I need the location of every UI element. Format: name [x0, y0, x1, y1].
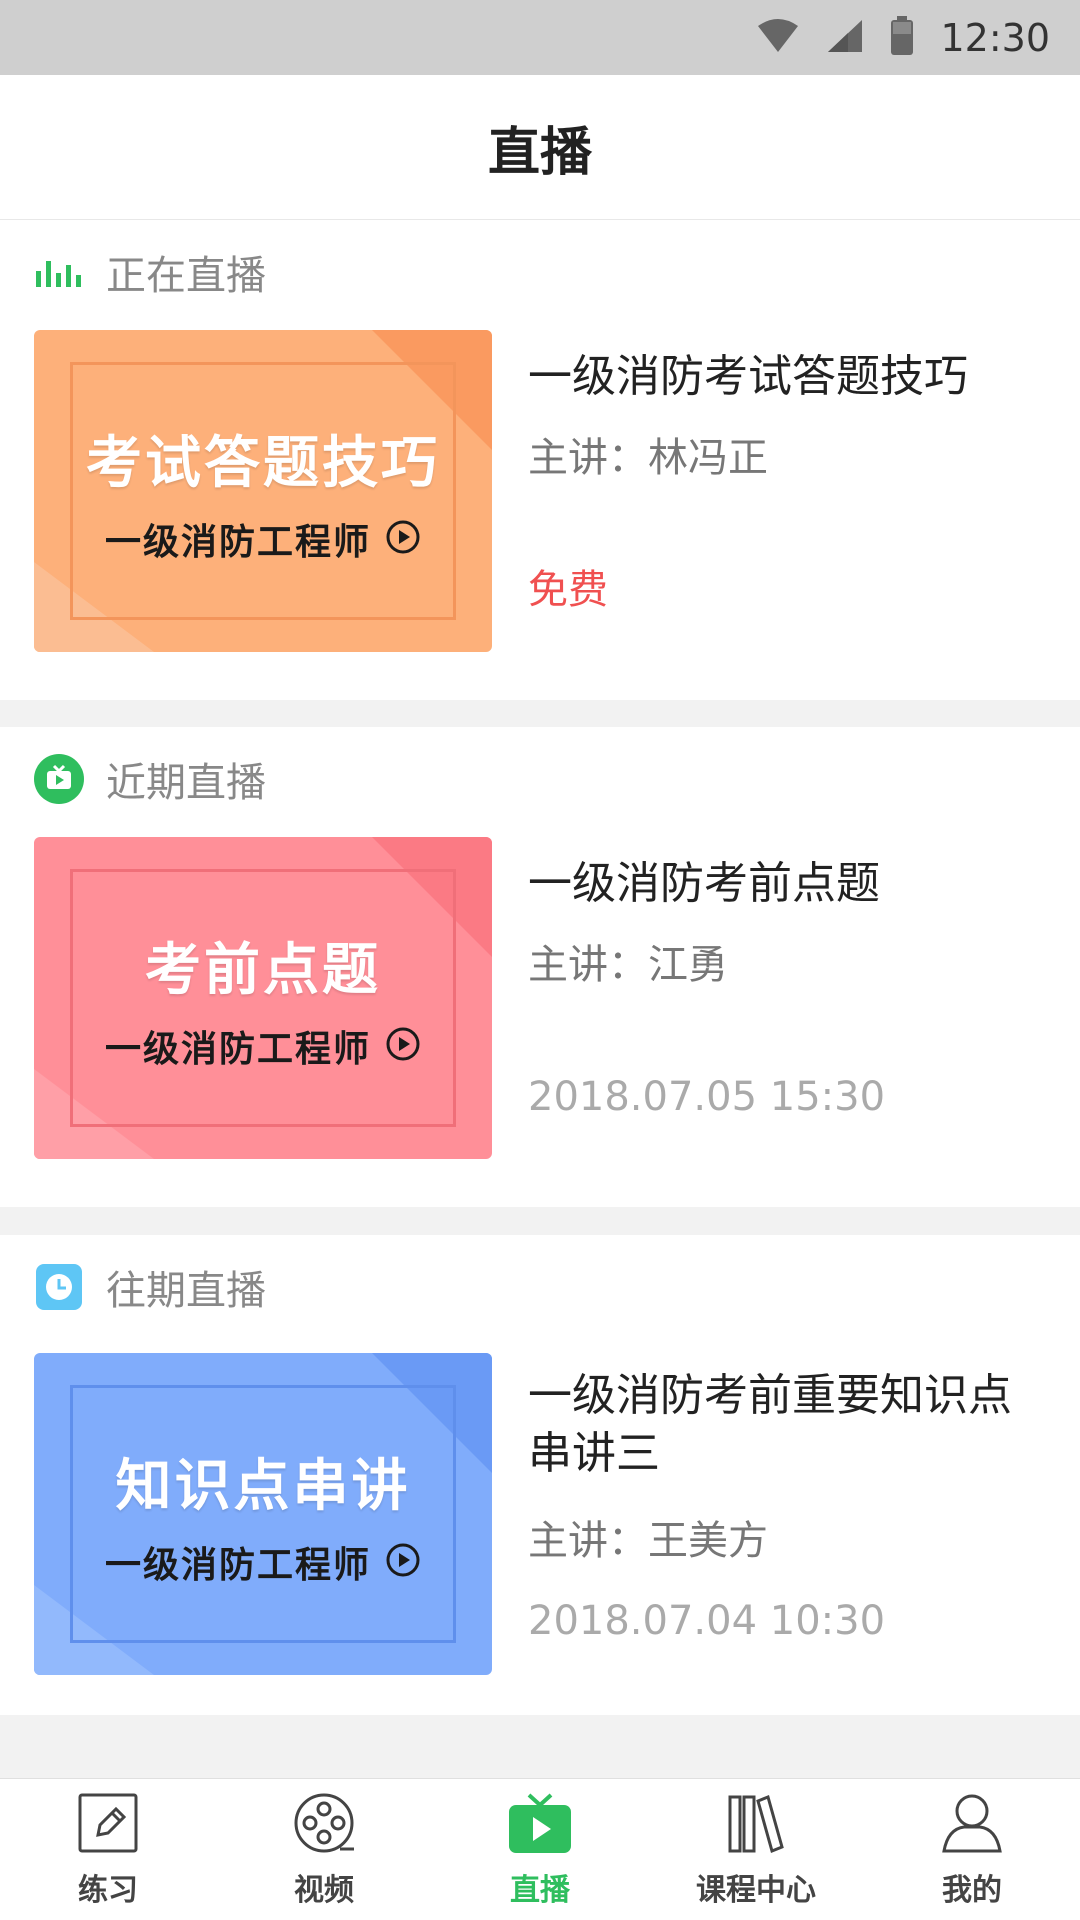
- thumbnail-subtitle: 一级消防工程师: [104, 521, 371, 563]
- bottom-nav: 练习 视频 直播 课程中心 我的: [0, 1778, 1080, 1920]
- nav-item-practice[interactable]: 练习: [0, 1779, 216, 1920]
- status-bar: 12:30: [0, 0, 1080, 75]
- section-label: 往期直播: [106, 1268, 266, 1314]
- course-title: 一级消防考前重要知识点串讲三: [528, 1370, 1012, 1479]
- thumbnail-title: 考前点题: [145, 937, 381, 1003]
- live-tv-icon: [507, 1791, 573, 1859]
- nav-label: 视频: [294, 1872, 354, 1908]
- thumbnail-title: 知识点串讲: [115, 1453, 411, 1519]
- nav-label: 练习: [78, 1872, 138, 1908]
- course-thumbnail[interactable]: 知识点串讲 一级消防工程师: [34, 1353, 492, 1675]
- nav-item-mine[interactable]: 我的: [864, 1779, 1080, 1920]
- play-circle-icon: [385, 1542, 421, 1582]
- books-icon: [724, 1791, 788, 1859]
- nav-label: 直播: [510, 1872, 570, 1908]
- nav-item-live[interactable]: 直播: [432, 1779, 648, 1920]
- play-circle-icon: [385, 519, 421, 559]
- section-label: 近期直播: [106, 760, 266, 806]
- user-icon: [940, 1791, 1004, 1859]
- pencil-icon: [76, 1791, 140, 1859]
- thumbnail-subtitle: 一级消防工程师: [104, 1028, 371, 1070]
- course-info: 一级消防考试答题技巧 主讲：林冯正 免费: [528, 330, 1048, 652]
- section-upcoming: 近期直播 考前点题 一级消防工程师 一级消防考前点题 主讲：江勇 2018.07…: [0, 727, 1080, 1207]
- course-lecturer: 主讲：林冯正: [528, 435, 768, 481]
- course-title: 一级消防考前点题: [528, 858, 880, 909]
- nav-item-video[interactable]: 视频: [216, 1779, 432, 1920]
- course-card[interactable]: 考试答题技巧 一级消防工程师 一级消防考试答题技巧 主讲：林冯正 免费: [0, 330, 1080, 652]
- nav-item-course-center[interactable]: 课程中心: [648, 1779, 864, 1920]
- play-circle-icon: [385, 1026, 421, 1066]
- course-lecturer: 主讲：王美方: [528, 1518, 768, 1564]
- live-bars-icon: [34, 247, 84, 297]
- page-title: 直播: [487, 122, 592, 183]
- course-info: 一级消防考前点题 主讲：江勇 2018.07.05 15:30: [528, 837, 1048, 1159]
- nav-label: 我的: [942, 1872, 1002, 1908]
- course-thumbnail[interactable]: 考前点题 一级消防工程师: [34, 837, 492, 1159]
- course-title: 一级消防考试答题技巧: [528, 351, 968, 402]
- wifi-icon: [756, 18, 800, 58]
- nav-label: 课程中心: [696, 1872, 816, 1908]
- thumbnail-title: 考试答题技巧: [86, 430, 440, 496]
- clock-icon: [34, 1262, 84, 1312]
- course-info: 一级消防考前重要知识点串讲三 主讲：王美方 2018.07.04 10:30: [528, 1353, 1048, 1675]
- battery-icon: [890, 15, 914, 60]
- section-label: 正在直播: [106, 253, 266, 299]
- section-live-now: 正在直播 考试答题技巧 一级消防工程师 一级消防考试答题技巧 主讲：林冯正 免费: [0, 220, 1080, 700]
- course-lecturer: 主讲：江勇: [528, 942, 728, 988]
- tv-icon: [34, 754, 84, 804]
- section-past: 往期直播 知识点串讲 一级消防工程师 一级消防考前重要知识点串讲三 主讲：王美方…: [0, 1235, 1080, 1715]
- course-time: 2018.07.04 10:30: [528, 1598, 886, 1644]
- signal-icon: [826, 18, 864, 58]
- section-header: 近期直播: [34, 727, 266, 831]
- course-thumbnail[interactable]: 考试答题技巧 一级消防工程师: [34, 330, 492, 652]
- course-price: 免费: [528, 567, 608, 613]
- course-card[interactable]: 考前点题 一级消防工程师 一级消防考前点题 主讲：江勇 2018.07.05 1…: [0, 837, 1080, 1159]
- thumbnail-subtitle: 一级消防工程师: [104, 1544, 371, 1586]
- course-time: 2018.07.05 15:30: [528, 1074, 886, 1120]
- film-reel-icon: [292, 1791, 356, 1859]
- course-card[interactable]: 知识点串讲 一级消防工程师 一级消防考前重要知识点串讲三 主讲：王美方 2018…: [0, 1353, 1080, 1675]
- app-header: 直播: [0, 75, 1080, 220]
- section-header: 正在直播: [34, 220, 266, 324]
- section-header: 往期直播: [34, 1235, 266, 1339]
- status-time: 12:30: [940, 15, 1050, 60]
